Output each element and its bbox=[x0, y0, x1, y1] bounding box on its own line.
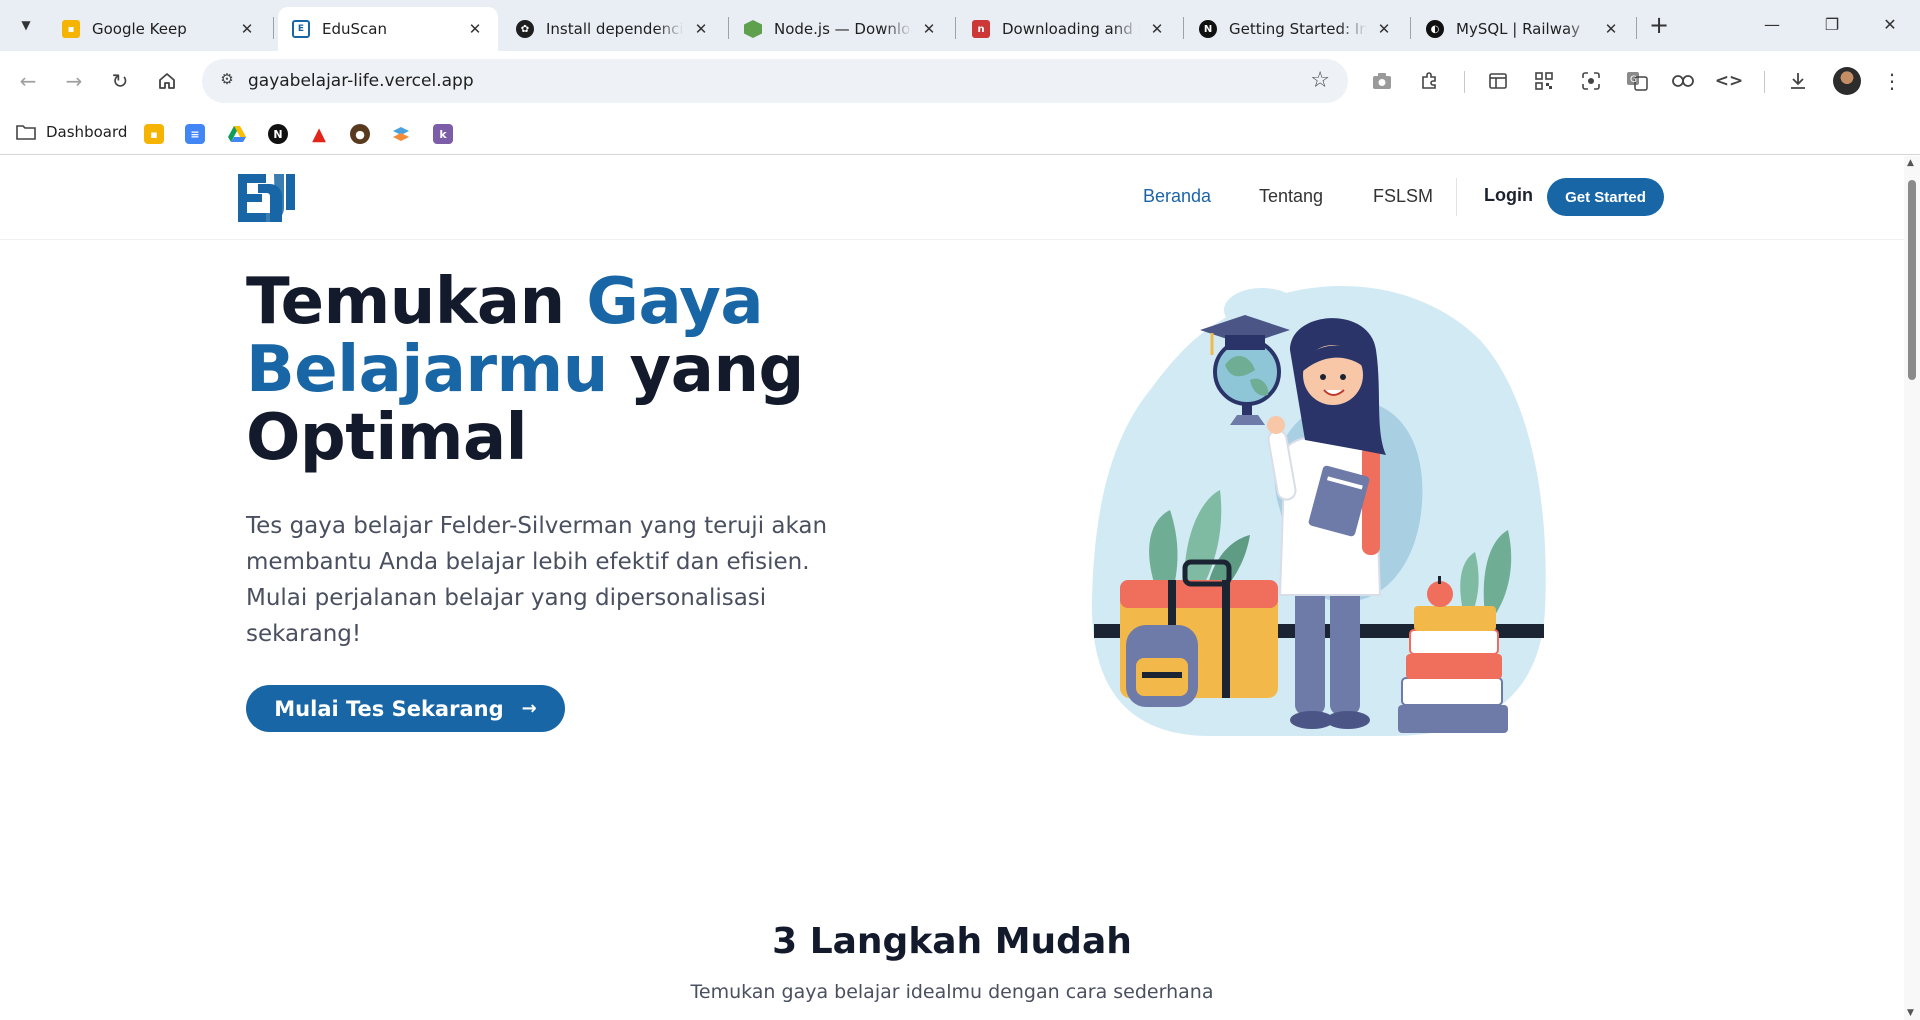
nextjs-icon: N bbox=[1199, 20, 1217, 38]
home-icon bbox=[159, 73, 175, 89]
extensions-icon[interactable] bbox=[1415, 67, 1443, 95]
nextjs-icon[interactable]: N bbox=[268, 124, 288, 144]
code-icon[interactable]: <> bbox=[1715, 67, 1744, 95]
translate-icon[interactable]: G bbox=[1623, 67, 1651, 95]
nav-beranda[interactable]: Beranda bbox=[1143, 186, 1211, 207]
bookmarks-bar: Dashboard ▪ ≡ N ▲ ● k bbox=[0, 111, 1920, 155]
tab-eduscan[interactable]: E EduScan ✕ bbox=[278, 7, 498, 51]
svg-text:G: G bbox=[1630, 75, 1637, 85]
hero-illustration bbox=[1091, 286, 1546, 736]
arrow-right-icon: → bbox=[521, 698, 537, 719]
tab-title: Getting Started: Installation bbox=[1229, 20, 1367, 38]
close-icon: ✕ bbox=[1883, 15, 1897, 34]
tab-npm-docs[interactable]: n Downloading and installing ✕ bbox=[958, 7, 1180, 51]
arrow-right-icon: → bbox=[65, 69, 83, 93]
close-window-button[interactable]: ✕ bbox=[1870, 10, 1910, 40]
layers-icon[interactable] bbox=[391, 124, 411, 144]
bookmark-label: Dashboard bbox=[46, 123, 128, 141]
tab-nodejs[interactable]: Node.js — Download ✕ bbox=[730, 7, 952, 51]
nav-divider bbox=[1456, 178, 1457, 216]
heroku-icon[interactable]: k bbox=[433, 124, 453, 144]
home-button[interactable] bbox=[151, 65, 183, 97]
keep-icon: ▪ bbox=[62, 20, 80, 38]
site-info-icon[interactable]: ⚙ bbox=[216, 70, 238, 92]
scrollbar-thumb[interactable] bbox=[1908, 180, 1916, 380]
tab-install-dependencies[interactable]: ✿ Install dependencies ✕ bbox=[502, 7, 724, 51]
tab-strip: ▼ ▪ Google Keep ✕ E EduScan ✕ ✿ Install … bbox=[0, 0, 1920, 51]
bookmark-star-icon[interactable]: ☆ bbox=[1310, 68, 1330, 93]
close-icon[interactable]: ✕ bbox=[1375, 20, 1393, 38]
hero-description: Tes gaya belajar Felder-Silverman yang t… bbox=[246, 513, 828, 647]
reading-mode-icon[interactable] bbox=[1484, 67, 1512, 95]
forward-button[interactable]: → bbox=[58, 65, 90, 97]
close-icon[interactable]: ✕ bbox=[1148, 20, 1166, 38]
address-url[interactable]: gayabelajar-life.vercel.app bbox=[248, 71, 474, 91]
chevron-down-icon: ▼ bbox=[21, 18, 31, 32]
site-header: Beranda Tentang FSLSM Login Get Started bbox=[0, 156, 1904, 240]
close-icon[interactable]: ✕ bbox=[238, 20, 256, 38]
tab-title: EduScan bbox=[322, 20, 387, 38]
tab-nextjs-getting-started[interactable]: N Getting Started: Installation ✕ bbox=[1185, 7, 1407, 51]
screenshot-icon[interactable] bbox=[1368, 67, 1396, 95]
hero-title: Temukan Gaya Belajarmu yang Optimal bbox=[246, 265, 804, 475]
download-icon[interactable] bbox=[1784, 67, 1812, 95]
plus-icon: + bbox=[1648, 11, 1670, 39]
google-lens-icon[interactable] bbox=[1577, 67, 1605, 95]
reload-button[interactable]: ↻ bbox=[104, 65, 136, 97]
tab-title: Google Keep bbox=[92, 20, 187, 38]
bookmark-site-icon[interactable]: ● bbox=[350, 124, 370, 144]
get-started-button[interactable]: Get Started bbox=[1547, 178, 1664, 216]
back-button[interactable]: ← bbox=[12, 65, 44, 97]
copy-link-icon[interactable] bbox=[1669, 67, 1697, 95]
openai-icon: ✿ bbox=[516, 20, 534, 38]
adobe-icon[interactable]: ▲ bbox=[309, 124, 329, 145]
nav-fslsm[interactable]: FSLSM bbox=[1373, 186, 1433, 207]
minimize-icon: — bbox=[1764, 15, 1780, 34]
railway-icon: ◐ bbox=[1426, 20, 1444, 38]
page-scrollbar[interactable]: ▲ ▼ bbox=[1904, 156, 1920, 1020]
tab-google-keep[interactable]: ▪ Google Keep ✕ bbox=[48, 7, 270, 51]
eduscan-logo[interactable] bbox=[236, 170, 298, 226]
bookmark-folder-dashboard[interactable]: Dashboard bbox=[16, 123, 127, 141]
start-test-button[interactable]: Mulai Tes Sekarang → bbox=[246, 685, 565, 732]
close-icon[interactable]: ✕ bbox=[692, 20, 710, 38]
tab-title: Downloading and installing bbox=[1002, 20, 1140, 38]
drive-icon[interactable] bbox=[227, 124, 247, 144]
restore-button[interactable]: ❐ bbox=[1812, 10, 1852, 40]
reload-icon: ↻ bbox=[111, 69, 129, 93]
kebab-menu-icon[interactable]: ⋮ bbox=[1878, 67, 1906, 95]
nodejs-icon bbox=[744, 20, 762, 38]
close-icon[interactable]: ✕ bbox=[920, 20, 938, 38]
npm-icon: n bbox=[972, 20, 990, 38]
tab-title: Node.js — Download bbox=[774, 20, 912, 38]
keep-icon[interactable]: ▪ bbox=[144, 124, 164, 144]
eduscan-icon: E bbox=[292, 20, 310, 38]
new-tab-button[interactable]: + bbox=[1645, 12, 1673, 40]
restore-icon: ❐ bbox=[1824, 15, 1840, 34]
tab-mysql-railway[interactable]: ◐ MySQL | Railway ✕ bbox=[1412, 7, 1634, 51]
tab-title: MySQL | Railway bbox=[1456, 20, 1581, 38]
arrow-left-icon: ← bbox=[19, 69, 37, 93]
scroll-down-icon[interactable]: ▼ bbox=[1907, 1008, 1914, 1018]
scroll-up-icon[interactable]: ▲ bbox=[1907, 158, 1914, 168]
tab-search-button[interactable]: ▼ bbox=[13, 12, 39, 38]
qr-code-icon[interactable] bbox=[1530, 67, 1558, 95]
close-icon[interactable]: ✕ bbox=[1602, 20, 1620, 38]
address-bar[interactable]: ⚙ gayabelajar-life.vercel.app ☆ bbox=[202, 59, 1348, 103]
browser-toolbar: ← → ↻ ⚙ gayabelajar-life.vercel.app ☆ G … bbox=[0, 51, 1920, 111]
close-icon[interactable]: ✕ bbox=[466, 20, 484, 38]
folder-icon bbox=[16, 125, 36, 140]
profile-avatar[interactable] bbox=[1833, 67, 1861, 95]
minimize-button[interactable]: — bbox=[1752, 10, 1792, 40]
steps-subtitle: Temukan gaya belajar idealmu dengan cara… bbox=[690, 981, 1214, 1003]
tab-title: Install dependencies bbox=[546, 20, 684, 38]
login-link[interactable]: Login bbox=[1484, 185, 1533, 206]
nav-tentang[interactable]: Tentang bbox=[1259, 186, 1323, 207]
docs-icon[interactable]: ≡ bbox=[185, 124, 205, 144]
steps-title: 3 Langkah Mudah bbox=[772, 921, 1132, 962]
web-page: Beranda Tentang FSLSM Login Get Started … bbox=[0, 156, 1904, 1020]
